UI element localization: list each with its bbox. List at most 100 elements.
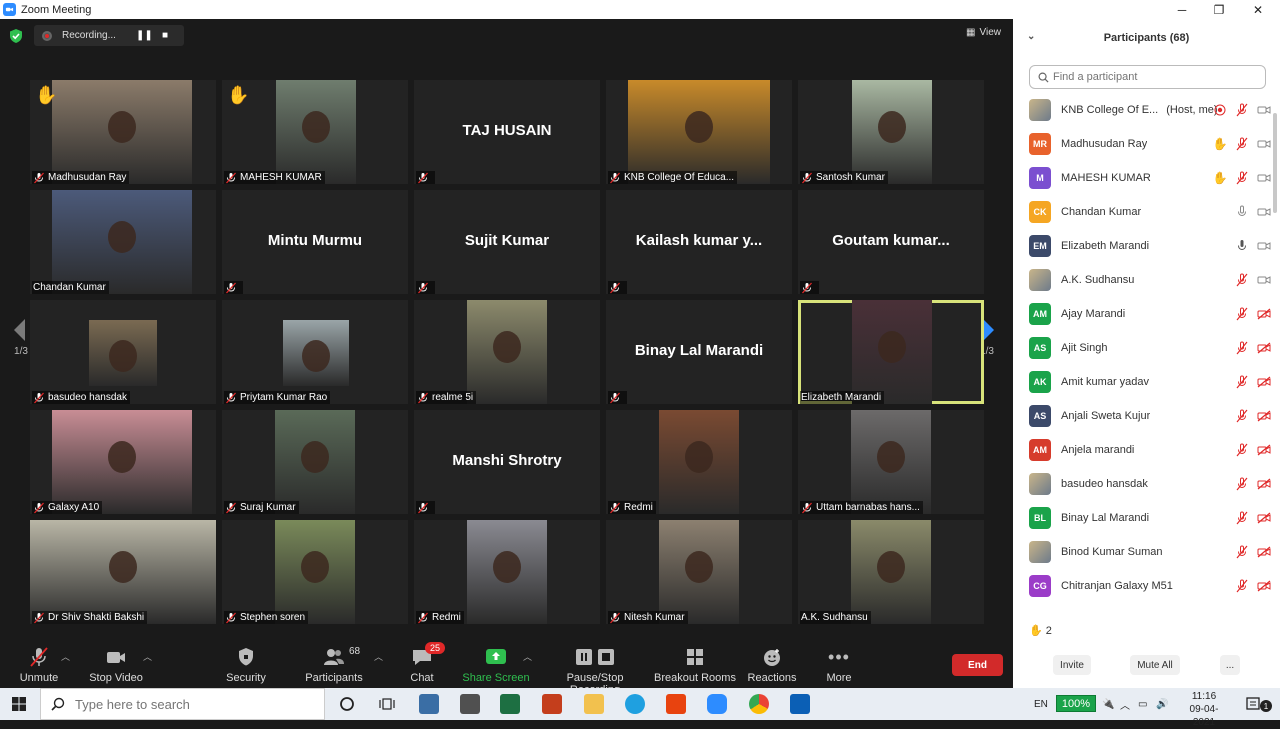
video-tile[interactable]: ✋ Madhusudan Ray [30, 80, 216, 184]
video-options-caret[interactable]: ︿ [143, 650, 152, 663]
panel-more-button[interactable]: ... [1220, 655, 1240, 675]
record-icon[interactable] [1213, 103, 1227, 117]
mute-all-button[interactable]: Mute All [1130, 655, 1180, 675]
invite-button[interactable]: Invite [1053, 655, 1091, 675]
chrome-icon[interactable] [749, 694, 769, 714]
participant-list-scrollbar[interactable] [1271, 93, 1279, 608]
video-tile[interactable]: Mintu Murmu [222, 190, 408, 294]
volume-icon[interactable]: 🔊 [1156, 688, 1168, 720]
mic-active-icon[interactable] [1235, 239, 1249, 253]
view-button[interactable]: ▦ View [966, 27, 1001, 38]
mic-muted-icon[interactable] [1235, 171, 1249, 185]
participant-search[interactable] [1029, 65, 1266, 89]
close-button[interactable]: ✕ [1238, 0, 1278, 19]
video-tile[interactable]: Elizabeth Marandi [798, 300, 984, 404]
video-tile[interactable]: Kailash kumar y... [606, 190, 792, 294]
video-off-icon[interactable] [1257, 511, 1271, 525]
participant-row[interactable]: AM Anjela marandi [1013, 433, 1271, 467]
photo-app-icon[interactable] [419, 694, 439, 714]
chevron-up-icon[interactable]: ︿ [1120, 688, 1130, 720]
file-explorer-icon[interactable] [584, 694, 604, 714]
battery-plug-icon[interactable]: 🔌 [1102, 688, 1114, 720]
mic-muted-icon[interactable] [1235, 477, 1249, 491]
notifications-icon[interactable] [1245, 696, 1261, 712]
participant-row[interactable]: Binod Kumar Suman [1013, 535, 1271, 569]
mic-muted-icon[interactable] [1235, 579, 1249, 593]
mic-muted-icon[interactable] [1235, 409, 1249, 423]
participant-row[interactable]: basudeo hansdak [1013, 467, 1271, 501]
taskbar-search[interactable] [40, 688, 325, 720]
battery-indicator[interactable]: 100% [1056, 695, 1096, 712]
video-tile[interactable]: Priytam Kumar Rao [222, 300, 408, 404]
video-off-icon[interactable] [1257, 579, 1271, 593]
powerpoint-icon[interactable] [542, 694, 562, 714]
system-clock[interactable]: 11:16 09-04-2021 [1180, 690, 1228, 729]
participant-row[interactable]: BL Binay Lal Marandi [1013, 501, 1271, 535]
chevron-down-icon[interactable]: ⌄ [1027, 31, 1035, 42]
video-camera-icon[interactable] [1257, 103, 1271, 117]
participant-row[interactable]: MR Madhusudan Ray ✋ [1013, 127, 1271, 161]
mic-muted-icon[interactable] [1235, 341, 1249, 355]
taskbar-search-input[interactable] [75, 696, 315, 712]
windows-start-icon[interactable] [12, 697, 26, 711]
video-tile[interactable]: Manshi Shrotry [414, 410, 600, 514]
video-off-icon[interactable] [1257, 341, 1271, 355]
video-off-icon[interactable] [1257, 545, 1271, 559]
search-input[interactable] [1053, 71, 1253, 83]
meeting-app-icon[interactable] [790, 694, 810, 714]
minimize-button[interactable]: ─ [1162, 0, 1202, 19]
video-camera-icon[interactable] [1257, 239, 1271, 253]
video-off-icon[interactable] [1257, 375, 1271, 389]
cortana-icon[interactable] [339, 696, 355, 712]
participant-row[interactable]: AS Ajit Singh [1013, 331, 1271, 365]
participants-button[interactable]: 68 Participants [289, 646, 379, 684]
video-tile[interactable]: Santosh Kumar [798, 80, 984, 184]
mic-muted-icon[interactable] [1235, 511, 1249, 525]
participant-row[interactable]: AK Amit kumar yadav [1013, 365, 1271, 399]
end-meeting-button[interactable]: End [952, 654, 1003, 676]
mic-muted-icon[interactable] [1235, 273, 1249, 287]
raised-hand-icon[interactable]: ✋ [1213, 137, 1228, 151]
video-tile[interactable]: Chandan Kumar [30, 190, 216, 294]
video-camera-icon[interactable] [1257, 273, 1271, 287]
participant-row[interactable]: EM Elizabeth Marandi [1013, 229, 1271, 263]
video-tile[interactable]: Dr Shiv Shakti Bakshi [30, 520, 216, 624]
video-tile[interactable]: A.K. Sudhansu [798, 520, 984, 624]
excel-icon[interactable] [500, 694, 520, 714]
participant-row[interactable]: KNB College Of E... (Host, me) [1013, 93, 1271, 127]
video-off-icon[interactable] [1257, 307, 1271, 321]
video-tile[interactable]: Uttam barnabas hans... [798, 410, 984, 514]
mic-muted-icon[interactable] [1235, 443, 1249, 457]
video-tile[interactable]: Goutam kumar... [798, 190, 984, 294]
office-icon[interactable] [666, 694, 686, 714]
video-tile[interactable]: ✋ MAHESH KUMAR [222, 80, 408, 184]
security-button[interactable]: Security [201, 646, 291, 684]
participant-row[interactable]: AS Anjali Sweta Kujur [1013, 399, 1271, 433]
zoom-taskbar-icon[interactable] [707, 694, 727, 714]
task-view-icon[interactable] [378, 696, 396, 712]
video-tile[interactable]: KNB College Of Educa... [606, 80, 792, 184]
share-options-caret[interactable]: ︿ [523, 650, 532, 663]
mic-muted-icon[interactable] [1235, 545, 1249, 559]
audio-options-caret[interactable]: ︿ [61, 650, 70, 663]
video-tile[interactable]: Galaxy A10 [30, 410, 216, 514]
video-camera-icon[interactable] [1257, 137, 1271, 151]
video-tile[interactable]: Redmi [606, 410, 792, 514]
video-tile[interactable]: Suraj Kumar [222, 410, 408, 514]
video-tile[interactable]: basudeo hansdak [30, 300, 216, 404]
video-off-icon[interactable] [1257, 409, 1271, 423]
video-off-icon[interactable] [1257, 443, 1271, 457]
participant-row[interactable]: M MAHESH KUMAR ✋ [1013, 161, 1271, 195]
participant-row[interactable]: A.K. Sudhansu [1013, 263, 1271, 297]
video-tile[interactable]: TAJ HUSAIN [414, 80, 600, 184]
video-camera-icon[interactable] [1257, 205, 1271, 219]
video-tile[interactable]: Sujit Kumar [414, 190, 600, 294]
stop-recording-button[interactable]: ■ [158, 30, 172, 41]
participant-row[interactable]: CG Chitranjan Galaxy M51 [1013, 569, 1271, 603]
mic-icon[interactable] [1235, 205, 1249, 219]
pause-recording-button[interactable]: ❚❚ [136, 30, 153, 41]
mic-muted-icon[interactable] [1235, 103, 1249, 117]
video-tile[interactable]: Binay Lal Marandi [606, 300, 792, 404]
edge-icon[interactable] [625, 694, 645, 714]
raised-hand-icon[interactable]: ✋ [1213, 171, 1228, 185]
